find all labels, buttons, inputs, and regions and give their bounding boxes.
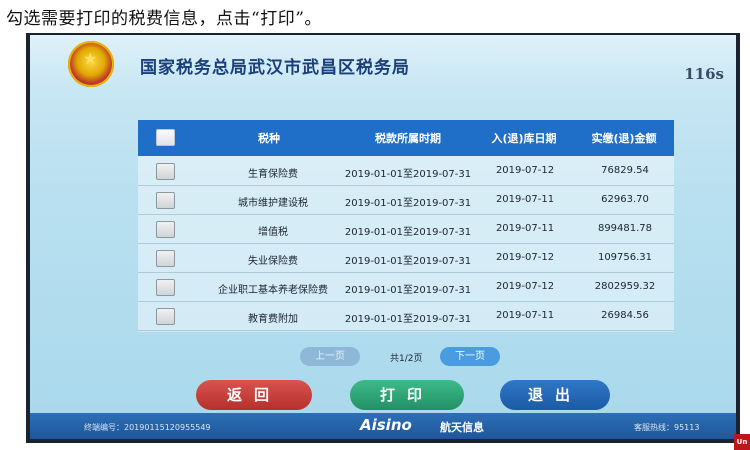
- next-page-button[interactable]: 下一页: [440, 347, 500, 366]
- cell-period: 2019-01-01至2019-07-31: [344, 285, 472, 296]
- cell-tax-type: 企业职工基本养老保险费: [218, 285, 328, 296]
- cell-tax-type: 增值税: [258, 227, 288, 238]
- cell-tax-type: 生育保险费: [248, 169, 298, 180]
- cell-period: 2019-01-01至2019-07-31: [344, 314, 472, 325]
- page-info: 共1/2页: [390, 354, 423, 364]
- cell-amount: 76829.54: [601, 165, 649, 176]
- cell-date: 2019-07-12: [495, 252, 555, 263]
- table-row[interactable]: 生育保险费 2019-01-01至2019-07-31 2019-07-12 7…: [138, 156, 674, 186]
- print-button[interactable]: 打印: [350, 380, 464, 410]
- cell-amount: 899481.78: [597, 223, 653, 234]
- row-checkbox[interactable]: [156, 308, 175, 325]
- table-row[interactable]: 企业职工基本养老保险费 2019-01-01至2019-07-31 2019-0…: [138, 272, 674, 302]
- countdown-timer: 116s: [684, 65, 724, 83]
- exit-button[interactable]: 退出: [500, 380, 610, 410]
- cell-tax-type: 失业保险费: [248, 256, 298, 267]
- column-header-tax-type: 税种: [258, 132, 280, 145]
- cell-date: 2019-07-12: [495, 165, 555, 176]
- cell-date: 2019-07-11: [495, 194, 555, 205]
- cell-date: 2019-07-11: [495, 223, 555, 234]
- select-all-checkbox[interactable]: [156, 129, 175, 146]
- row-checkbox[interactable]: [156, 221, 175, 238]
- table-row[interactable]: 教育费附加 2019-01-01至2019-07-31 2019-07-11 2…: [138, 301, 674, 331]
- column-header-period: 税款所属时期: [375, 132, 441, 145]
- cell-amount: 26984.56: [601, 310, 649, 321]
- cell-amount: 109756.31: [597, 252, 653, 263]
- brand-logo: Aisino: [360, 416, 412, 434]
- corner-logo-icon: Un: [734, 434, 750, 450]
- cell-tax-type: 城市维护建设税: [238, 198, 308, 209]
- kiosk-screen: 国家税务总局武汉市武昌区税务局 116s 税种 税款所属时期 入(退)库日期 实…: [30, 35, 736, 439]
- table-row[interactable]: 增值税 2019-01-01至2019-07-31 2019-07-11 899…: [138, 214, 674, 244]
- cell-date: 2019-07-12: [495, 281, 555, 292]
- table-header: 税种 税款所属时期 入(退)库日期 实缴(退)金额: [138, 120, 674, 156]
- tax-table: 税种 税款所属时期 入(退)库日期 实缴(退)金额 生育保险费 2019-01-…: [138, 120, 674, 332]
- cell-date: 2019-07-11: [495, 310, 555, 321]
- row-checkbox[interactable]: [156, 163, 175, 180]
- cell-amount: 2802959.32: [594, 281, 656, 292]
- tax-emblem-icon: [68, 41, 114, 87]
- instruction-caption: 勾选需要打印的税费信息，点击“打印”。: [6, 9, 322, 29]
- agency-title: 国家税务总局武汉市武昌区税务局: [140, 58, 410, 78]
- service-hotline: 客服热线：95113: [634, 423, 700, 432]
- cell-period: 2019-01-01至2019-07-31: [344, 256, 472, 267]
- cell-period: 2019-01-01至2019-07-31: [344, 198, 472, 209]
- column-header-date: 入(退)库日期: [491, 132, 557, 145]
- brand-name: 航天信息: [440, 421, 484, 434]
- kiosk-header: 国家税务总局武汉市武昌区税务局 116s: [30, 35, 736, 93]
- table-body: 生育保险费 2019-01-01至2019-07-31 2019-07-12 7…: [138, 156, 674, 332]
- cell-period: 2019-01-01至2019-07-31: [344, 169, 472, 180]
- kiosk-photo: 国家税务总局武汉市武昌区税务局 116s 税种 税款所属时期 入(退)库日期 实…: [26, 33, 740, 443]
- row-checkbox[interactable]: [156, 279, 175, 296]
- row-checkbox[interactable]: [156, 250, 175, 267]
- terminal-number: 终端编号：20190115120955549: [84, 423, 211, 432]
- cell-amount: 62963.70: [601, 194, 649, 205]
- back-button[interactable]: 返回: [196, 380, 312, 410]
- table-row[interactable]: 城市维护建设税 2019-01-01至2019-07-31 2019-07-11…: [138, 185, 674, 215]
- prev-page-button[interactable]: 上一页: [300, 347, 360, 366]
- row-checkbox[interactable]: [156, 192, 175, 209]
- table-row[interactable]: 失业保险费 2019-01-01至2019-07-31 2019-07-12 1…: [138, 243, 674, 273]
- kiosk-footer: 终端编号：20190115120955549 Aisino 航天信息 客服热线：…: [30, 413, 736, 439]
- column-header-amount: 实缴(退)金额: [591, 132, 657, 145]
- cell-tax-type: 教育费附加: [248, 314, 298, 325]
- cell-period: 2019-01-01至2019-07-31: [344, 227, 472, 238]
